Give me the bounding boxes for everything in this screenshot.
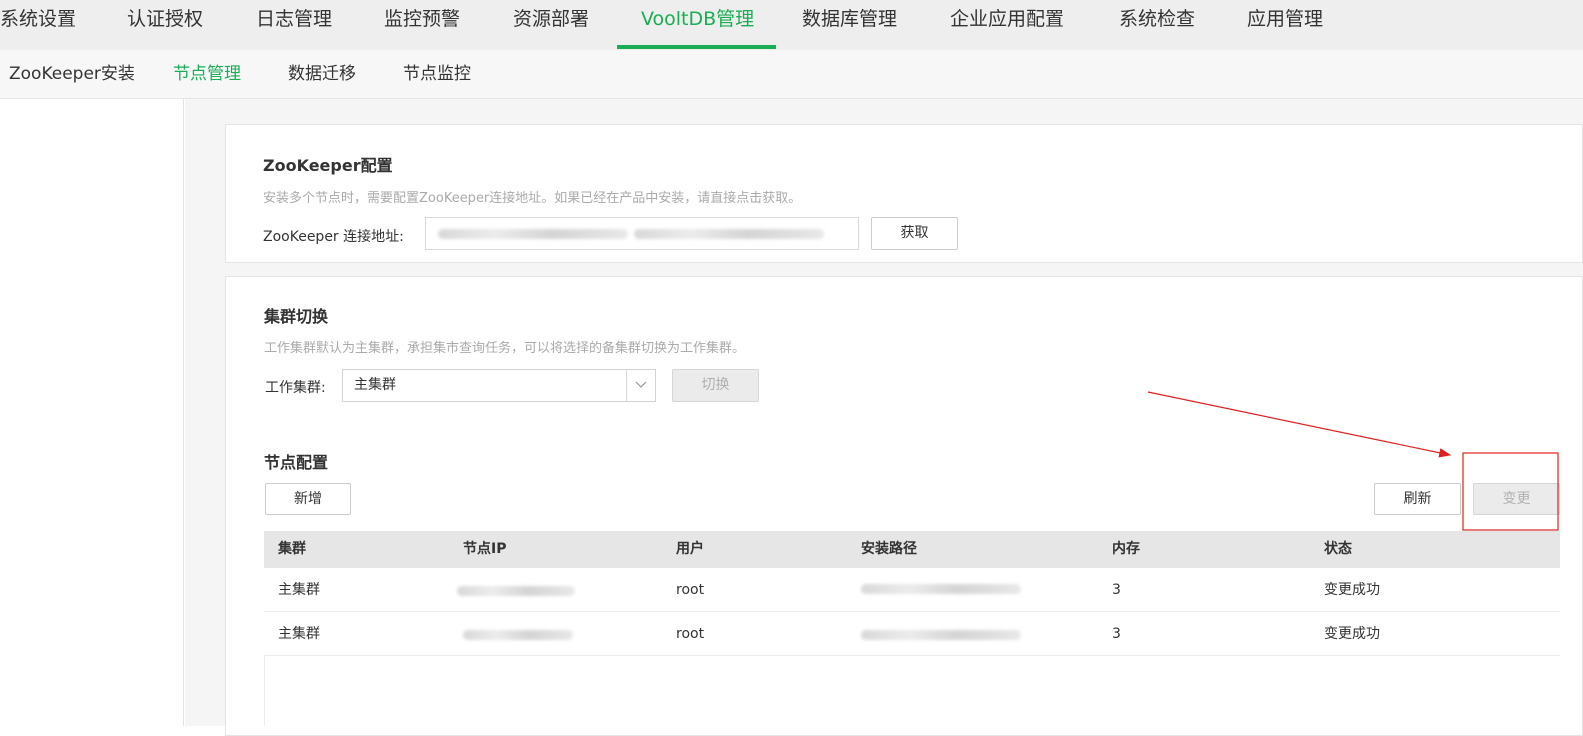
active-tab-underline [617,45,776,49]
topnav-item-system-check[interactable]: 系统检查 [1119,0,1195,50]
topnav-item-apps[interactable]: 应用管理 [1247,0,1323,50]
subnav-item-node-monitor[interactable]: 节点监控 [403,50,471,98]
work-cluster-label: 工作集群: [265,380,326,396]
cell-memory: 3 [1112,626,1121,642]
col-node-ip: 节点IP [463,541,507,557]
cell-memory: 3 [1112,582,1121,598]
zookeeper-config-desc: 安装多个节点时，需要配置ZooKeeper连接地址。如果已经在产品中安装，请直接… [263,191,802,206]
table-row[interactable]: 主集群 root 3 变更成功 [264,612,1560,656]
topnav-item-monitoring[interactable]: 监控预警 [384,0,460,50]
topnav-item-resources[interactable]: 资源部署 [513,0,589,50]
table-row[interactable]: 主集群 root 3 变更成功 [264,568,1560,612]
cell-user: root [676,582,705,598]
top-nav: 系统设置 认证授权 日志管理 监控预警 资源部署 VooltDB管理 数据库管理… [0,0,1583,50]
refresh-button[interactable]: 刷新 [1374,483,1461,515]
sub-nav: ZooKeeper安装 节点管理 数据迁移 节点监控 [0,50,1583,99]
subnav-item-migration[interactable]: 数据迁移 [288,50,356,98]
topnav-item-enterprise[interactable]: 企业应用配置 [950,0,1064,50]
redacted-install-path [861,584,1021,594]
redacted-install-path [861,630,1021,640]
topnav-item-vooltdb[interactable]: VooltDB管理 [641,0,754,50]
work-cluster-select[interactable]: 主集群 [342,369,656,402]
chevron-down-icon [635,381,647,388]
col-status: 状态 [1324,541,1352,557]
select-arrow-box[interactable] [626,370,655,401]
switch-button[interactable]: 切换 [672,369,759,402]
sidebar [0,99,184,726]
redacted-value [438,229,628,239]
zookeeper-addr-input[interactable] [425,217,859,250]
topnav-item-logs[interactable]: 日志管理 [256,0,332,50]
cell-status: 变更成功 [1324,626,1380,642]
table-empty-area [264,656,1560,726]
main-content: ZooKeeper配置 安装多个节点时，需要配置ZooKeeper连接地址。如果… [185,99,1583,736]
col-cluster: 集群 [278,541,306,557]
node-config-title: 节点配置 [264,453,329,472]
zookeeper-config-card: ZooKeeper配置 安装多个节点时，需要配置ZooKeeper连接地址。如果… [225,124,1583,263]
work-cluster-value: 主集群 [354,377,396,393]
zookeeper-config-title: ZooKeeper配置 [263,156,393,175]
subnav-item-zookeeper[interactable]: ZooKeeper安装 [9,50,135,98]
redacted-node-ip [457,586,575,596]
cell-cluster: 主集群 [278,582,320,598]
cell-user: root [676,626,705,642]
topnav-item-auth[interactable]: 认证授权 [127,0,203,50]
sidebar-item-cut[interactable] [0,142,6,156]
cell-status: 变更成功 [1324,582,1380,598]
redacted-value [634,229,824,239]
change-button[interactable]: 变更 [1473,483,1560,515]
topnav-item-database[interactable]: 数据库管理 [802,0,897,50]
cluster-switch-desc: 工作集群默认为主集群，承担集市查询任务，可以将选择的备集群切换为工作集群。 [264,341,746,356]
cell-cluster: 主集群 [278,626,320,642]
sidebar-item-cut[interactable] [0,110,6,124]
zookeeper-addr-label: ZooKeeper 连接地址: [263,229,404,245]
redacted-node-ip [463,630,573,640]
fetch-button[interactable]: 获取 [871,217,958,250]
table-header: 集群 节点IP 用户 安装路径 内存 状态 [264,531,1560,568]
cluster-switch-title: 集群切换 [264,307,329,326]
topnav-item-system-settings[interactable]: 系统设置 [0,0,76,50]
col-memory: 内存 [1112,541,1140,557]
col-install-path: 安装路径 [861,541,917,557]
col-user: 用户 [676,541,704,557]
subnav-item-node-mgmt[interactable]: 节点管理 [173,50,241,98]
add-node-button[interactable]: 新增 [265,483,351,515]
